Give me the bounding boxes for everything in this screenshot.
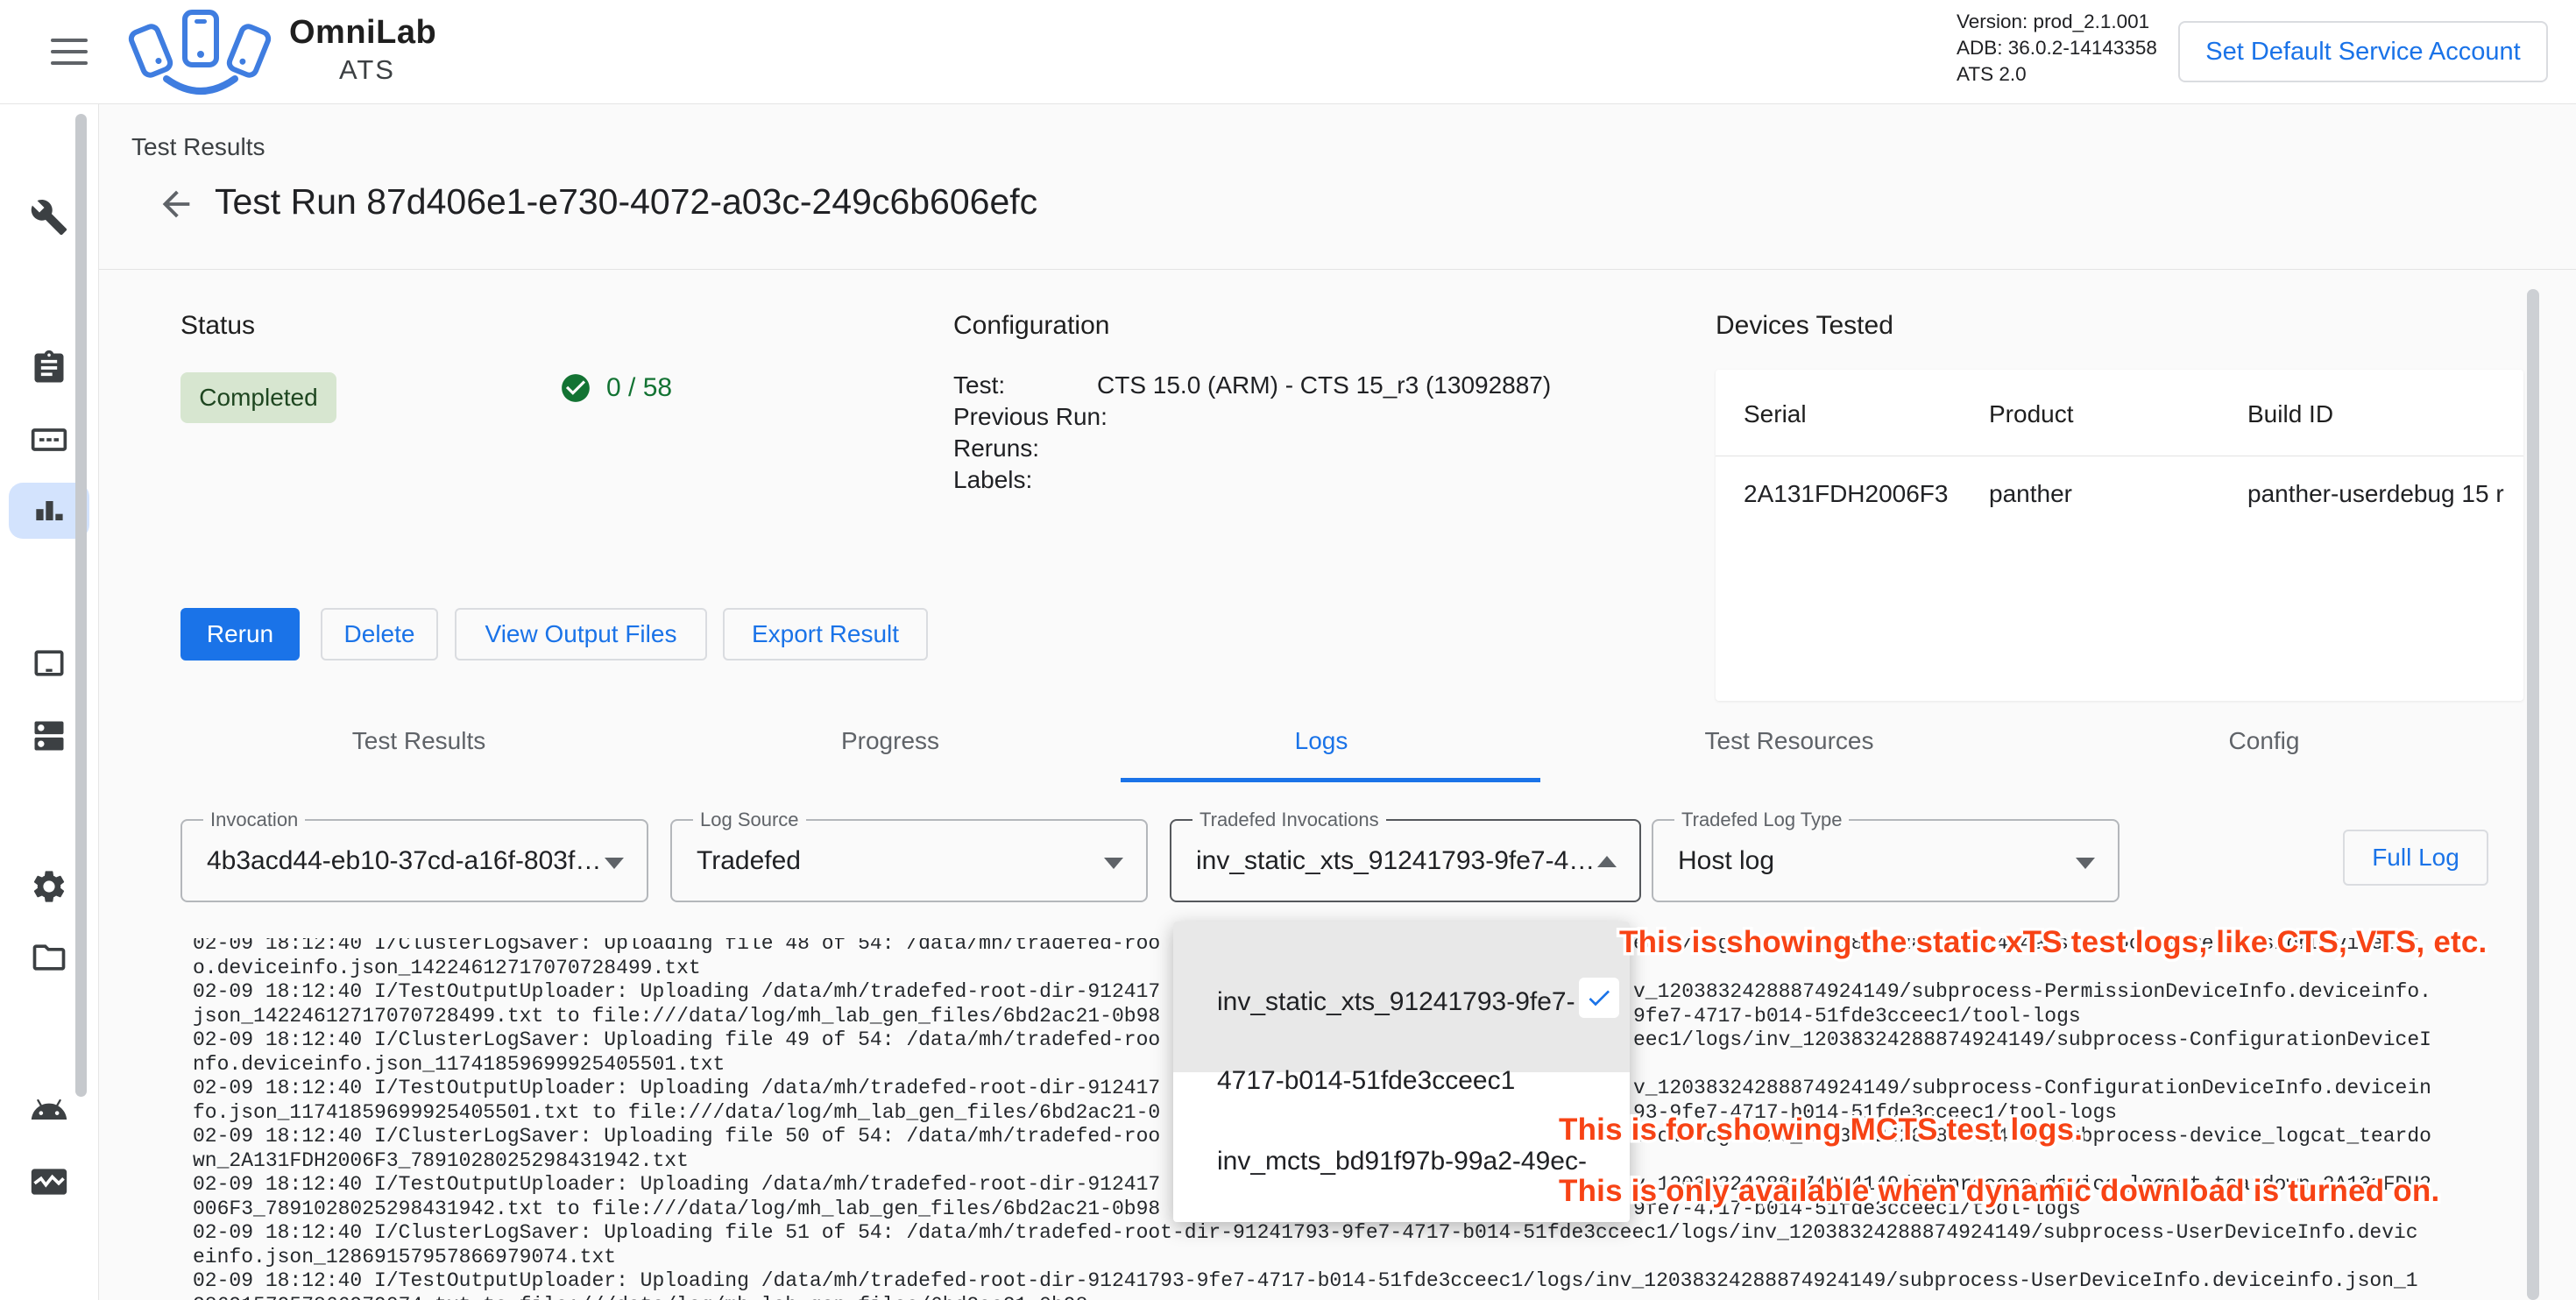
app-subtitle: ATS [289, 54, 445, 86]
tab-logs[interactable]: Logs [1295, 727, 1348, 755]
log-line: json_14224612717070728499.txt to file://… [193, 1005, 1160, 1029]
tab-progress[interactable]: Progress [841, 727, 939, 755]
chevron-down-icon [2076, 858, 2095, 869]
log-line: v_12038324288874924149/subprocess-Config… [1633, 1077, 2431, 1101]
log-line: 02-09 18:12:40 I/ClusterLogSaver: Upload… [193, 1125, 1160, 1149]
column-header-serial: Serial [1744, 400, 1807, 428]
device-icon[interactable] [30, 644, 68, 682]
log-line: 02-09 18:12:40 I/TestOutputUploader: Upl… [193, 1173, 1160, 1198]
version-info: Version: prod_2.1.001 ADB: 36.0.2-141433… [1957, 9, 2157, 88]
log-source-select[interactable]: Log Source Tradefed [670, 819, 1148, 902]
left-scrollbar[interactable] [75, 114, 87, 1097]
devices-table: Serial Product Build ID 2A131FDH2006F3 p… [1716, 370, 2523, 701]
log-line: 02-09 18:12:40 I/TestOutputUploader: Upl… [193, 1269, 2418, 1294]
ats-version-line: ATS 2.0 [1957, 61, 2157, 88]
tradefed-log-type-value: Host log [1678, 821, 1774, 901]
annotation-static-xts: This is showing the static xTS test logs… [1619, 925, 2487, 960]
export-result-button[interactable]: Export Result [723, 608, 928, 661]
log-source-value: Tradefed [697, 821, 801, 901]
status-badge: Completed [180, 372, 336, 423]
selected-check-icon [1579, 978, 1619, 1018]
folder-icon[interactable] [30, 938, 68, 977]
chevron-down-icon [1104, 858, 1123, 869]
delete-button[interactable]: Delete [321, 608, 438, 661]
log-line: 02-09 18:12:40 I/ClusterLogSaver: Upload… [193, 938, 1160, 957]
log-line: v_12038324288874924149/subprocess-Permis… [1633, 980, 2431, 1005]
devices-tested-heading: Devices Tested [1716, 311, 1893, 341]
tradefed-invocations-select[interactable]: Tradefed Invocations inv_static_xts_9124… [1170, 819, 1641, 902]
log-line: 02-09 18:12:40 I/TestOutputUploader: Upl… [193, 980, 1160, 1005]
invocation-select[interactable]: Invocation 4b3acd44-eb10-37cd-a16f-803f… [180, 819, 648, 902]
wrench-icon[interactable] [30, 198, 68, 237]
invocation-value: 4b3acd44-eb10-37cd-a16f-803f… [207, 821, 601, 901]
app-title: OmniLab [289, 14, 436, 52]
android-icon[interactable] [30, 1091, 68, 1129]
schedule-icon[interactable] [30, 420, 68, 459]
log-line: nfo.deviceinfo.json_11741859699925405501… [193, 1053, 725, 1077]
right-scrollbar[interactable] [2527, 289, 2539, 1300]
device-serial: 2A131FDH2006F3 [1744, 480, 1948, 508]
passed-count: 0 / 58 [606, 373, 672, 403]
config-label-test: Test: [953, 371, 1005, 399]
log-line: fo.json_11741859699925405501.txt to file… [193, 1101, 1160, 1126]
storage-icon[interactable] [30, 717, 68, 755]
configuration-heading: Configuration [953, 311, 1109, 341]
omnilab-ats-app: OmniLab ATS Version: prod_2.1.001 ADB: 3… [0, 0, 2576, 1300]
log-line: wn_2A131FDH2006F3_7891028025298431942.tx… [193, 1149, 689, 1174]
adb-version-line: ADB: 36.0.2-14143358 [1957, 35, 2157, 61]
status-heading: Status [180, 311, 255, 341]
config-label-reruns: Reruns: [953, 435, 1039, 463]
view-output-files-button[interactable]: View Output Files [455, 608, 707, 661]
active-tab-indicator [1121, 778, 1540, 782]
page-title: Test Run 87d406e1-e730-4072-a03c-249c6b6… [215, 181, 1037, 223]
log-line: einfo.json_12869157957866979074.txt [193, 1246, 616, 1270]
tab-test-results[interactable]: Test Results [352, 727, 486, 755]
tradefed-invocations-value: inv_static_xts_91241793-9fe7-4… [1196, 821, 1595, 901]
top-app-bar: OmniLab ATS Version: prod_2.1.001 ADB: 3… [0, 0, 2576, 104]
rerun-button[interactable]: Rerun [180, 608, 300, 661]
version-line: Version: prod_2.1.001 [1957, 9, 2157, 35]
log-line: 006F3_7891028025298431942.txt to file://… [193, 1198, 1160, 1222]
chevron-up-icon [1597, 856, 1617, 867]
log-line: 02-09 18:12:40 I/ClusterLogSaver: Upload… [193, 1221, 2418, 1246]
log-line: 02-09 18:12:40 I/TestOutputUploader: Upl… [193, 1077, 1160, 1101]
tab-test-resources[interactable]: Test Resources [1705, 727, 1874, 755]
device-build-id: panther-userdebug 15 r [2247, 480, 2523, 508]
set-default-service-account-button[interactable]: Set Default Service Account [2178, 21, 2548, 82]
full-log-button[interactable]: Full Log [2343, 830, 2488, 886]
log-line: eec1/logs/inv_12038324288874924149/subpr… [1633, 1028, 2431, 1053]
header-divider [98, 269, 2576, 270]
back-arrow-icon[interactable] [156, 184, 196, 224]
gear-icon[interactable] [30, 867, 68, 906]
log-line: 2869157957866979074.txt to file:///data/… [193, 1294, 1087, 1300]
omnilab-logo-icon [121, 5, 283, 102]
monitor-icon[interactable] [30, 1162, 68, 1201]
check-circle-icon [559, 371, 592, 405]
breadcrumb: Test Results [131, 133, 265, 161]
clipboard-icon[interactable] [30, 349, 68, 387]
device-product: panther [1989, 480, 2072, 508]
config-label-labels: Labels: [953, 466, 1032, 494]
column-header-product: Product [1989, 400, 2074, 428]
log-line: 9fe7-4717-b014-51fde3cceec1/tool-logs [1633, 1005, 2081, 1029]
annotation-dynamic-download: This is only available when dynamic down… [1559, 1174, 2439, 1209]
tab-config[interactable]: Config [2229, 727, 2300, 755]
config-value-test: CTS 15.0 (ARM) - CTS 15_r3 (13092887) [1097, 371, 1551, 399]
log-line: o.deviceinfo.json_14224612717070728499.t… [193, 957, 701, 981]
dropdown-option-static-xts[interactable]: inv_static_xts_91241793-9fe7- 4717-b014-… [1173, 922, 1630, 1072]
tradefed-log-type-select[interactable]: Tradefed Log Type Host log [1652, 819, 2120, 902]
passed-count-row: 0 / 58 [559, 371, 672, 405]
log-line: 02-09 18:12:40 I/ClusterLogSaver: Upload… [193, 1028, 1160, 1053]
menu-icon[interactable] [51, 39, 88, 67]
config-label-previous-run: Previous Run: [953, 403, 1108, 431]
chevron-down-icon [605, 858, 624, 869]
bar-chart-icon[interactable] [30, 491, 68, 530]
annotation-mcts: This is for showing MCTS test logs. [1559, 1113, 2083, 1148]
column-header-build-id: Build ID [2247, 400, 2333, 428]
